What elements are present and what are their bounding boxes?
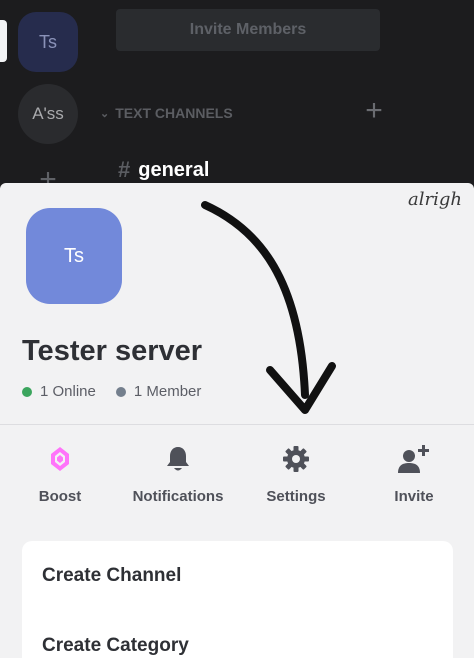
server-name: Tester server [22,335,203,367]
online-dot-icon [22,386,32,397]
create-category-item[interactable]: Create Category [42,635,189,657]
add-channel-button[interactable]: + [360,94,388,128]
selected-server-indicator [0,20,7,62]
bell-icon [165,441,191,477]
boost-button[interactable]: Boost [5,441,115,511]
create-channel-item[interactable]: Create Channel [42,565,181,587]
invite-label: Invite [394,488,434,505]
server-icon-other[interactable]: A'ss [18,84,78,144]
server-icon-large: Ts [26,208,122,304]
add-user-icon [397,441,431,477]
divider [0,424,474,425]
server-icon-tester[interactable]: Ts [18,12,78,72]
signature: alrigh [408,189,462,210]
channel-general[interactable]: # general [118,156,209,184]
menu-card: Create Channel Create Category [22,541,453,658]
server-background: Ts A'ss + Invite Members ⌄ TEXT CHANNELS… [0,0,474,190]
gear-icon [282,441,310,477]
channel-name: general [138,158,210,181]
boost-label: Boost [38,488,82,505]
notifications-label: Notifications [132,488,224,505]
member-dot-icon [115,386,126,397]
notifications-button[interactable]: Notifications [123,441,233,511]
member-count: 1 Member [133,383,202,400]
invite-button[interactable]: Invite [359,441,469,511]
invite-members-button[interactable]: Invite Members [116,9,380,51]
server-options-sheet: alrigh Ts Tester server 1 Online 1 Membe… [0,183,474,658]
settings-button[interactable]: Settings [241,441,351,511]
hash-icon: # [118,157,131,182]
server-stats: 1 Online 1 Member [22,383,201,400]
chevron-down-icon: ⌄ [100,107,110,120]
action-bar: Boost Notifications Settings Invite [0,441,474,511]
category-label: TEXT CHANNELS [115,105,233,121]
boost-gem-icon [50,441,70,477]
text-channels-category[interactable]: ⌄ TEXT CHANNELS [100,100,400,126]
settings-label: Settings [266,488,326,505]
online-count: 1 Online [40,383,96,400]
